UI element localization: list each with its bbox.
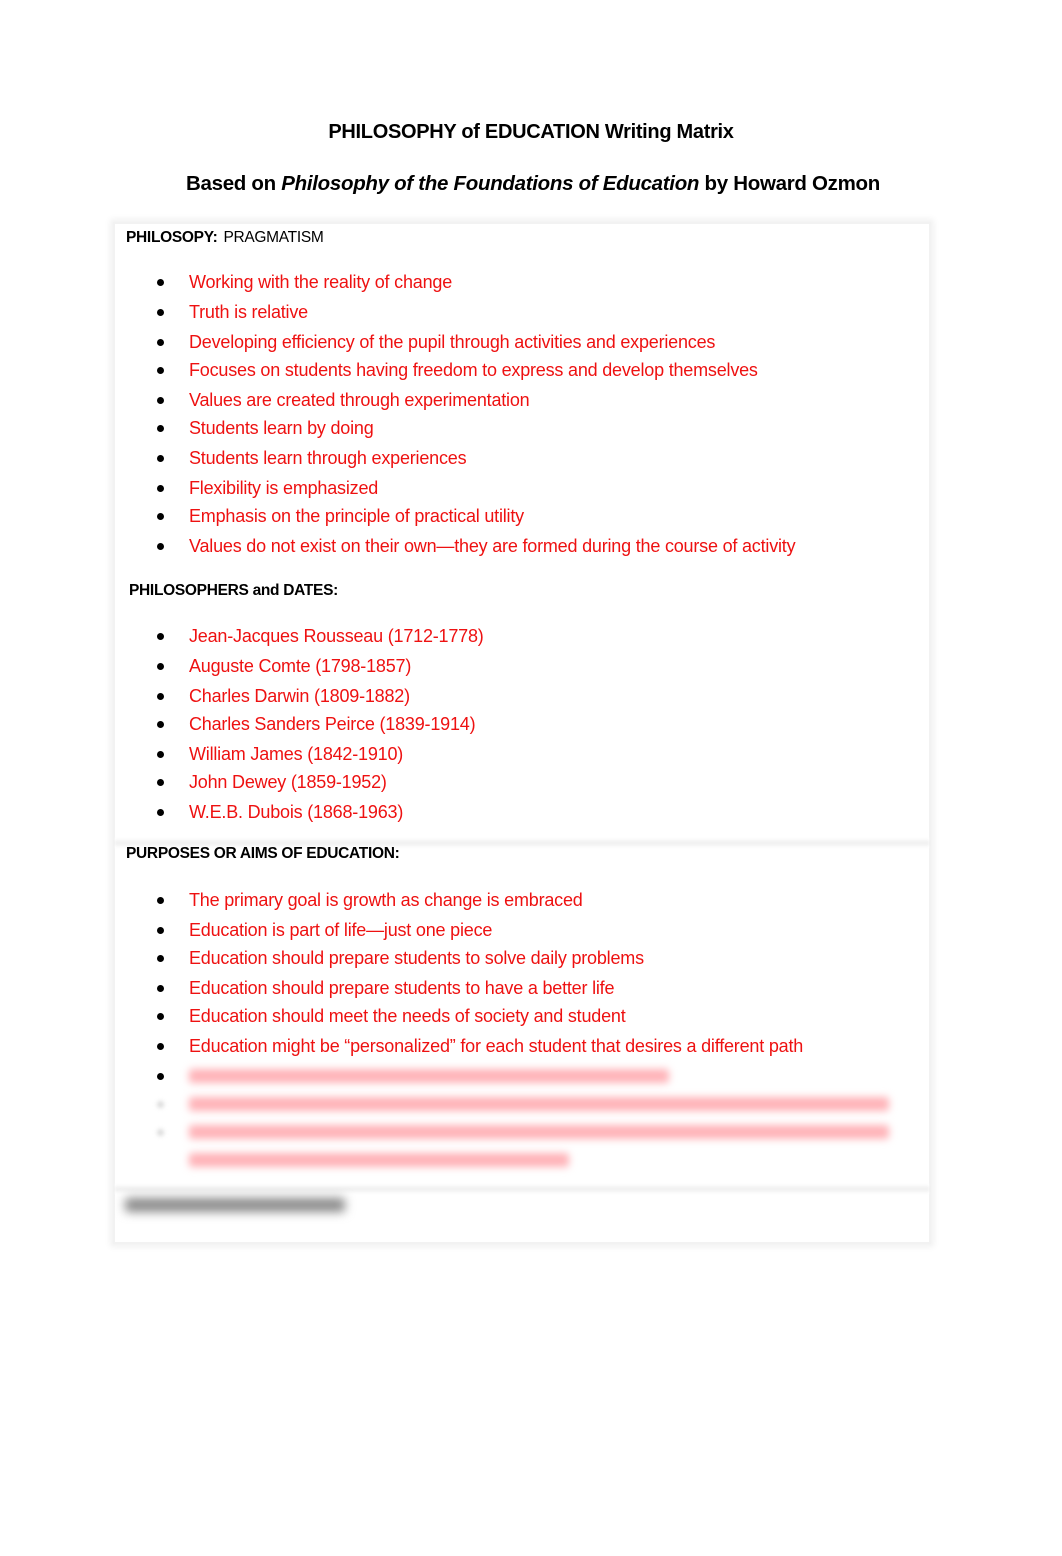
- list-item-text: Education should prepare students to sol…: [189, 948, 644, 968]
- list-item: Truth is relative: [155, 301, 795, 323]
- list-item-text: Truth is relative: [189, 302, 308, 322]
- bullet-icon: [157, 279, 164, 286]
- philosophy-label: PHILOSOPY:: [126, 229, 218, 246]
- list-item: Values are created through experimentati…: [155, 389, 795, 411]
- philosophy-heading: PHILOSOPY: PRAGMATISM: [126, 229, 324, 247]
- list-item-text: Auguste Comte (1798-1857): [189, 656, 412, 676]
- document-title: PHILOSOPHY of EDUCATION Writing Matrix: [328, 121, 734, 143]
- philosophy-value: PRAGMATISM: [223, 229, 324, 246]
- list-item-text: Students learn by doing: [189, 418, 374, 438]
- list-item-text: The primary goal is growth as change is …: [189, 890, 583, 910]
- blurred-list-item: [155, 1065, 889, 1087]
- blurred-text: [189, 1125, 889, 1139]
- list-item-text: John Dewey (1859-1952): [189, 772, 387, 792]
- subtitle-suffix: by Howard Ozmon: [699, 172, 881, 195]
- bullet-icon: [157, 1073, 164, 1080]
- list-item: Auguste Comte (1798-1857): [155, 655, 484, 677]
- list-item: Charles Sanders Peirce (1839-1914): [155, 713, 484, 735]
- list-item: Education might be “personalized” for ea…: [155, 1035, 889, 1057]
- writing-matrix-table: PHILOSOPY: PRAGMATISM Working with the re…: [113, 222, 931, 1244]
- list-item-text: Focuses on students having freedom to ex…: [189, 360, 758, 380]
- list-item: Students learn through experiences: [155, 447, 795, 469]
- blurred-text: [189, 1097, 889, 1111]
- bullet-icon: [157, 425, 164, 432]
- bullet-icon: [157, 693, 164, 700]
- bullet-icon: [157, 309, 164, 316]
- bullet-icon: [157, 633, 164, 640]
- list-item: Students learn by doing: [155, 417, 795, 439]
- bullet-icon: [157, 751, 164, 758]
- list-item-text: Developing efficiency of the pupil throu…: [189, 332, 716, 352]
- bullet-icon: [157, 339, 164, 346]
- blurred-list-item: [155, 1121, 889, 1143]
- list-item: Education should prepare students to sol…: [155, 947, 889, 969]
- list-item: Jean-Jacques Rousseau (1712-1778): [155, 625, 484, 647]
- purposes-heading: PURPOSES OR AIMS OF EDUCATION:: [126, 845, 400, 862]
- list-item: Working with the reality of change: [155, 271, 795, 293]
- philosophy-list: Working with the reality of change Truth …: [155, 271, 796, 565]
- bullet-icon: [157, 543, 164, 550]
- list-item-text: Students learn through experiences: [189, 448, 467, 468]
- philosophers-heading: PHILOSOPHERS and DATES:: [129, 582, 338, 599]
- list-item: Developing efficiency of the pupil throu…: [155, 331, 795, 353]
- list-item: Education should meet the needs of socie…: [155, 1005, 889, 1027]
- list-item-text: Education should prepare students to hav…: [189, 978, 615, 998]
- blurred-list-item: [155, 1149, 889, 1171]
- list-item: Flexibility is emphasized: [155, 477, 795, 499]
- blurred-list-item: [155, 1093, 889, 1115]
- bullet-icon: [157, 809, 164, 816]
- list-item-text: Emphasis on the principle of practical u…: [189, 506, 524, 526]
- bullet-icon: [157, 1043, 164, 1050]
- list-item-text: Charles Sanders Peirce (1839-1914): [189, 714, 476, 734]
- bullet-icon: [157, 397, 164, 404]
- list-item-text: Education is part of life—just one piece: [189, 920, 493, 940]
- blurred-section-heading: [125, 1198, 345, 1212]
- list-item: Charles Darwin (1809-1882): [155, 685, 484, 707]
- bullet-icon: [157, 897, 164, 904]
- list-item-text: Charles Darwin (1809-1882): [189, 686, 410, 706]
- blurred-text: [189, 1153, 569, 1167]
- subtitle-book-title: Philosophy of the Foundations of Educati…: [281, 172, 700, 195]
- bullet-icon: [157, 1013, 164, 1020]
- bullet-icon: [157, 721, 164, 728]
- list-item: Education is part of life—just one piece: [155, 919, 889, 941]
- list-item: Values do not exist on their own—they ar…: [155, 535, 796, 557]
- list-item-text: Working with the reality of change: [189, 272, 453, 292]
- subtitle-prefix: Based on: [185, 172, 282, 195]
- list-item-text: Jean-Jacques Rousseau (1712-1778): [189, 626, 484, 646]
- list-item-text: W.E.B. Dubois (1868-1963): [189, 802, 404, 822]
- bullet-icon: [157, 779, 164, 786]
- list-item-text: Education should meet the needs of socie…: [189, 1006, 626, 1026]
- list-item-text: Values are created through experimentati…: [189, 390, 530, 410]
- list-item: William James (1842-1910): [155, 743, 484, 765]
- bullet-icon: [157, 955, 164, 962]
- list-item: The primary goal is growth as change is …: [155, 889, 889, 911]
- list-item-text: Values do not exist on their own—they ar…: [189, 536, 796, 556]
- list-item: John Dewey (1859-1952): [155, 771, 484, 793]
- bullet-icon: [157, 1129, 164, 1136]
- list-item-text: William James (1842-1910): [189, 744, 404, 764]
- document-subtitle: Based on Philosophy of the Foundations o…: [0, 172, 1062, 196]
- list-item: Focuses on students having freedom to ex…: [155, 359, 795, 381]
- list-item: Education should prepare students to hav…: [155, 977, 889, 999]
- bullet-icon: [157, 663, 164, 670]
- bullet-icon: [157, 485, 164, 492]
- list-item-text: Flexibility is emphasized: [189, 478, 379, 498]
- bullet-icon: [157, 1101, 164, 1108]
- bullet-icon: [157, 513, 164, 520]
- purposes-list: The primary goal is growth as change is …: [155, 889, 889, 1177]
- list-item: W.E.B. Dubois (1868-1963): [155, 801, 484, 823]
- bullet-icon: [157, 985, 164, 992]
- list-item: Emphasis on the principle of practical u…: [155, 505, 795, 527]
- blurred-text: [189, 1069, 669, 1083]
- bullet-icon: [157, 927, 164, 934]
- list-item-text: Education might be “personalized” for ea…: [189, 1036, 804, 1056]
- bullet-icon: [157, 455, 164, 462]
- bullet-icon: [157, 367, 164, 374]
- philosophers-list: Jean-Jacques Rousseau (1712-1778) Auguste…: [155, 625, 484, 831]
- row-divider: [115, 1184, 929, 1194]
